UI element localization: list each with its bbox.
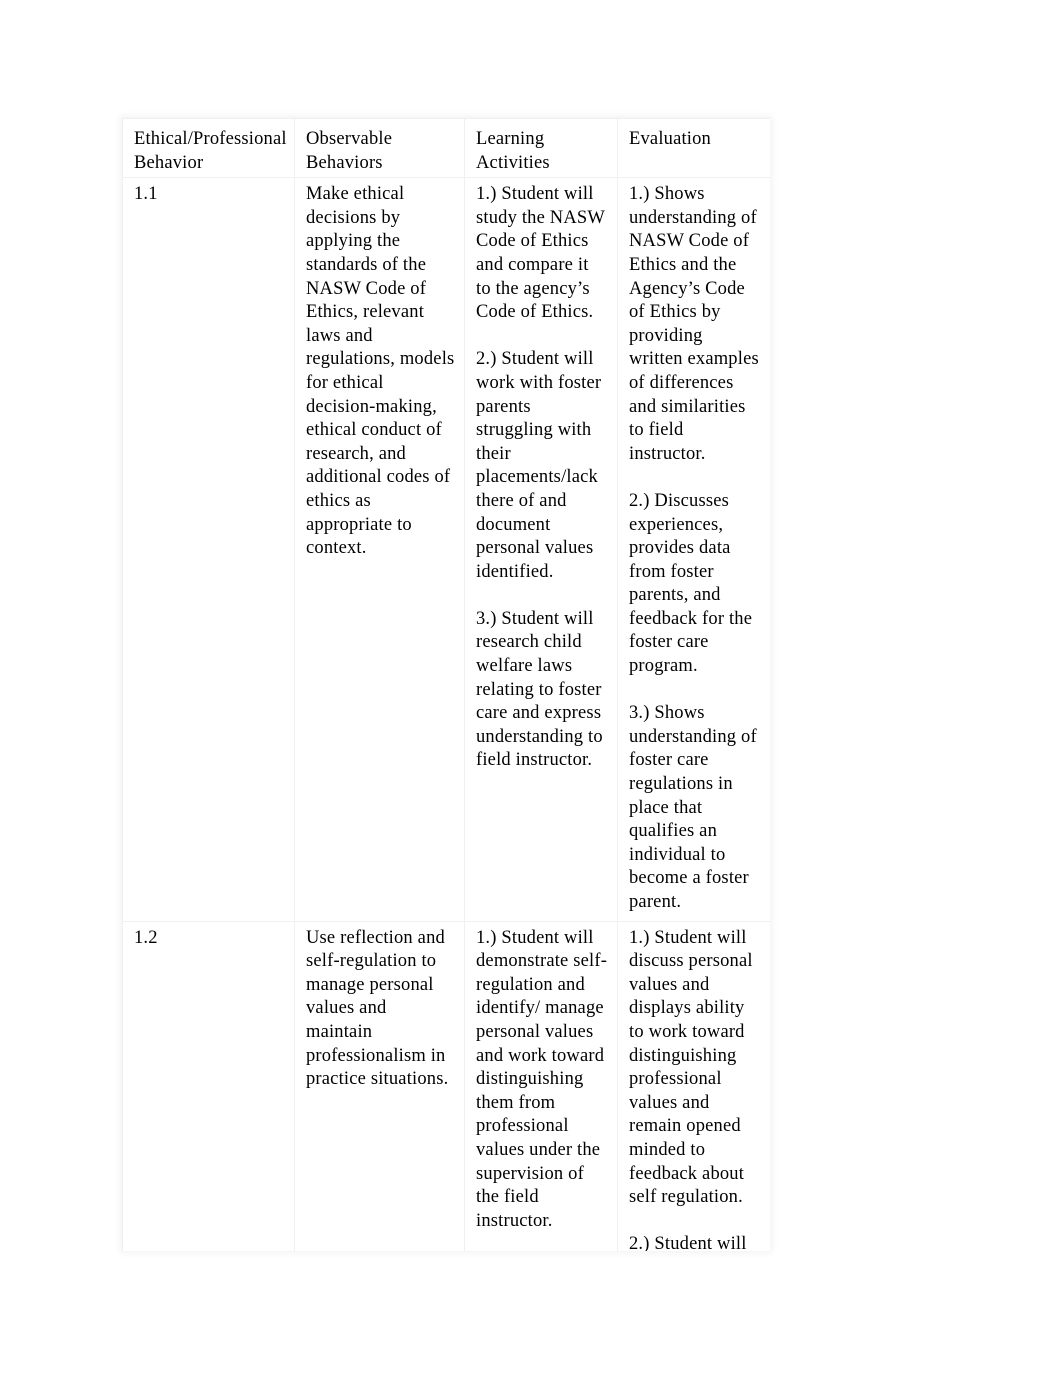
field-learning-contract-table: Ethical/Professional Behavior Observable… — [122, 118, 770, 1251]
evaluation-item: 1.) Shows understanding of NASW Code of … — [629, 184, 759, 464]
learning-activity-item: 1.) Student will study the NASW Code of … — [476, 184, 605, 323]
evaluation-item: 2.) Student will Discuss course work and — [629, 1234, 747, 1251]
evaluation-item: 3.) Shows understanding of foster care r… — [629, 703, 757, 912]
table-body: 1.1 Make ethical decisions by applying t… — [122, 177, 770, 1251]
column-header-ethical-professional-behavior: Ethical/Professional Behavior — [122, 118, 295, 179]
table-row: 1.2 Use reflection and self-regulation t… — [122, 920, 770, 1251]
learning-activity-item: 3.) Student will research child welfare … — [476, 608, 603, 771]
competency-id-cell: 1.2 — [122, 920, 295, 1251]
learning-activity-item: 1.) Student will demonstrate self-regula… — [476, 927, 608, 1231]
column-header-evaluation: Evaluation — [617, 118, 770, 179]
observable-behaviors-cell: Make ethical decisions by applying the s… — [294, 177, 465, 922]
contract-table-container: Ethical/Professional Behavior Observable… — [122, 118, 770, 1251]
observable-behaviors-item: Make ethical decisions by applying the s… — [306, 184, 455, 559]
column-header-learning-activities: Learning Activities — [464, 118, 618, 179]
table-header-row: Ethical/Professional Behavior Observable… — [122, 118, 770, 179]
learning-activities-cell: 1.) Student will study the NASW Code of … — [464, 177, 618, 922]
table-row: 1.1 Make ethical decisions by applying t… — [122, 177, 770, 922]
evaluation-cell: 1.) Student will discuss personal values… — [617, 920, 770, 1251]
learning-activity-item: 2.) Student will work with foster parent… — [476, 349, 602, 582]
evaluation-item: 1.) Student will discuss personal values… — [629, 927, 753, 1208]
learning-activities-cell: 1.) Student will demonstrate self-regula… — [464, 920, 618, 1251]
evaluation-item: 2.) Discusses experiences, provides data… — [629, 490, 753, 677]
observable-behaviors-cell: Use reflection and self-regulation to ma… — [294, 920, 465, 1251]
table-header: Ethical/Professional Behavior Observable… — [122, 118, 770, 179]
observable-behaviors-item: Use reflection and self-regulation to ma… — [306, 927, 449, 1090]
document-page: Ethical/Professional Behavior Observable… — [0, 0, 1062, 1377]
column-header-observable-behaviors: Observable Behaviors — [294, 118, 465, 179]
evaluation-cell: 1.) Shows understanding of NASW Code of … — [617, 177, 770, 922]
competency-id-cell: 1.1 — [122, 177, 295, 922]
